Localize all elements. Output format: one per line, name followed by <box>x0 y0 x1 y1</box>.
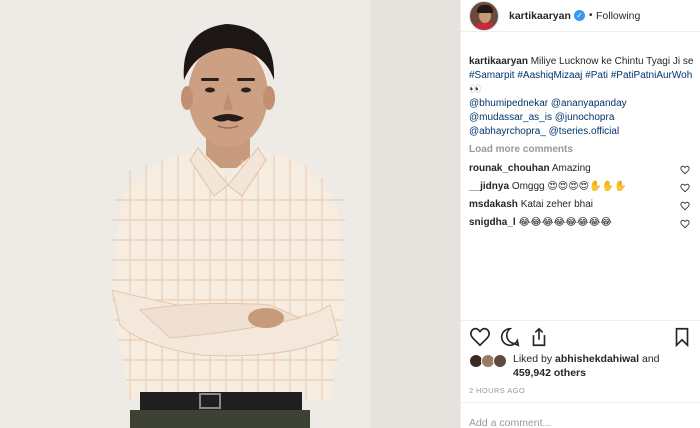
caption-hashtags[interactable]: #Samarpit #AashiqMizaaj #Pati #PatiPatni… <box>469 70 692 81</box>
post-side-panel: kartikaaryan ✓ • Following kartikaaryan … <box>460 0 700 428</box>
liker-avatar <box>493 354 507 368</box>
actions-divider <box>461 320 700 321</box>
post-timestamp[interactable]: 2 HOURS AGO <box>469 386 525 395</box>
liker-username[interactable]: abhishekdahiwal <box>555 353 639 365</box>
share-icon[interactable] <box>528 326 550 348</box>
separator-dot: • <box>589 10 593 21</box>
post-photo[interactable] <box>0 0 460 428</box>
comment-like-heart-icon[interactable] <box>680 219 690 229</box>
add-comment-input[interactable]: Add a comment... <box>469 417 551 428</box>
comment-item: snigdha_l 😂😂😂😂😂😂😂😂 <box>469 216 695 230</box>
post-header: kartikaaryan ✓ • Following <box>461 0 700 32</box>
add-comment-bar: Add a comment... <box>461 402 700 428</box>
liked-by-text: Liked by abhishekdahiwal and 459,942 oth… <box>513 352 693 380</box>
like-heart-icon[interactable] <box>469 326 491 348</box>
header-username[interactable]: kartikaaryan <box>509 10 571 22</box>
comment-item: msdakash Katai zeher bhai <box>469 198 695 212</box>
comment-item: rounak_chouhan Amazing <box>469 162 695 176</box>
liked-by-and: and <box>641 353 660 365</box>
comment-username[interactable]: snigdha_l <box>469 217 516 228</box>
caption-text: Miliye Lucknow ke Chintu Tyagi Ji se <box>530 56 694 67</box>
comment-like-heart-icon[interactable] <box>680 165 690 175</box>
comment-text: Omggg 😍😍😍😍✋✋✋ <box>511 181 627 192</box>
likes-count[interactable]: 459,942 others <box>513 367 586 379</box>
following-button[interactable]: Following <box>596 10 640 22</box>
comment-like-heart-icon[interactable] <box>680 183 690 193</box>
verified-badge-icon: ✓ <box>574 10 585 21</box>
user-avatar[interactable] <box>469 1 499 31</box>
avatar-hair <box>477 5 493 13</box>
comment-like-heart-icon[interactable] <box>680 201 690 211</box>
comment-username[interactable]: rounak_chouhan <box>469 163 550 174</box>
save-bookmark-icon[interactable] <box>671 326 693 348</box>
liked-by-prefix: Liked by <box>513 353 553 365</box>
comment-username[interactable]: msdakash <box>469 199 518 210</box>
caption-username[interactable]: kartikaaryan <box>469 56 528 67</box>
comment-text: Amazing <box>551 163 591 174</box>
post-caption: kartikaaryan Miliye Lucknow ke Chintu Ty… <box>469 55 695 139</box>
portrait-image <box>0 0 460 428</box>
caption-mentions-line-2[interactable]: @mudassar_as_is @junochopra <box>469 112 614 123</box>
comment-text: Katai zeher bhai <box>520 199 593 210</box>
comment-username[interactable]: __jidnya <box>469 181 509 192</box>
caption-mentions-line-3[interactable]: @abhayrchopra_ @tseries.official <box>469 126 619 137</box>
comment-item: __jidnya Omggg 😍😍😍😍✋✋✋ <box>469 180 695 194</box>
comment-bubble-icon[interactable] <box>499 326 521 348</box>
comment-text: 😂😂😂😂😂😂😂😂 <box>518 217 612 228</box>
caption-emoji: 👀 <box>469 84 482 95</box>
avatar-shirt <box>473 22 497 30</box>
likers-avatars[interactable] <box>469 354 513 370</box>
load-more-comments-button[interactable]: Load more comments <box>469 144 573 155</box>
caption-mentions-line-1[interactable]: @bhumipednekar @ananyapanday <box>469 98 627 109</box>
